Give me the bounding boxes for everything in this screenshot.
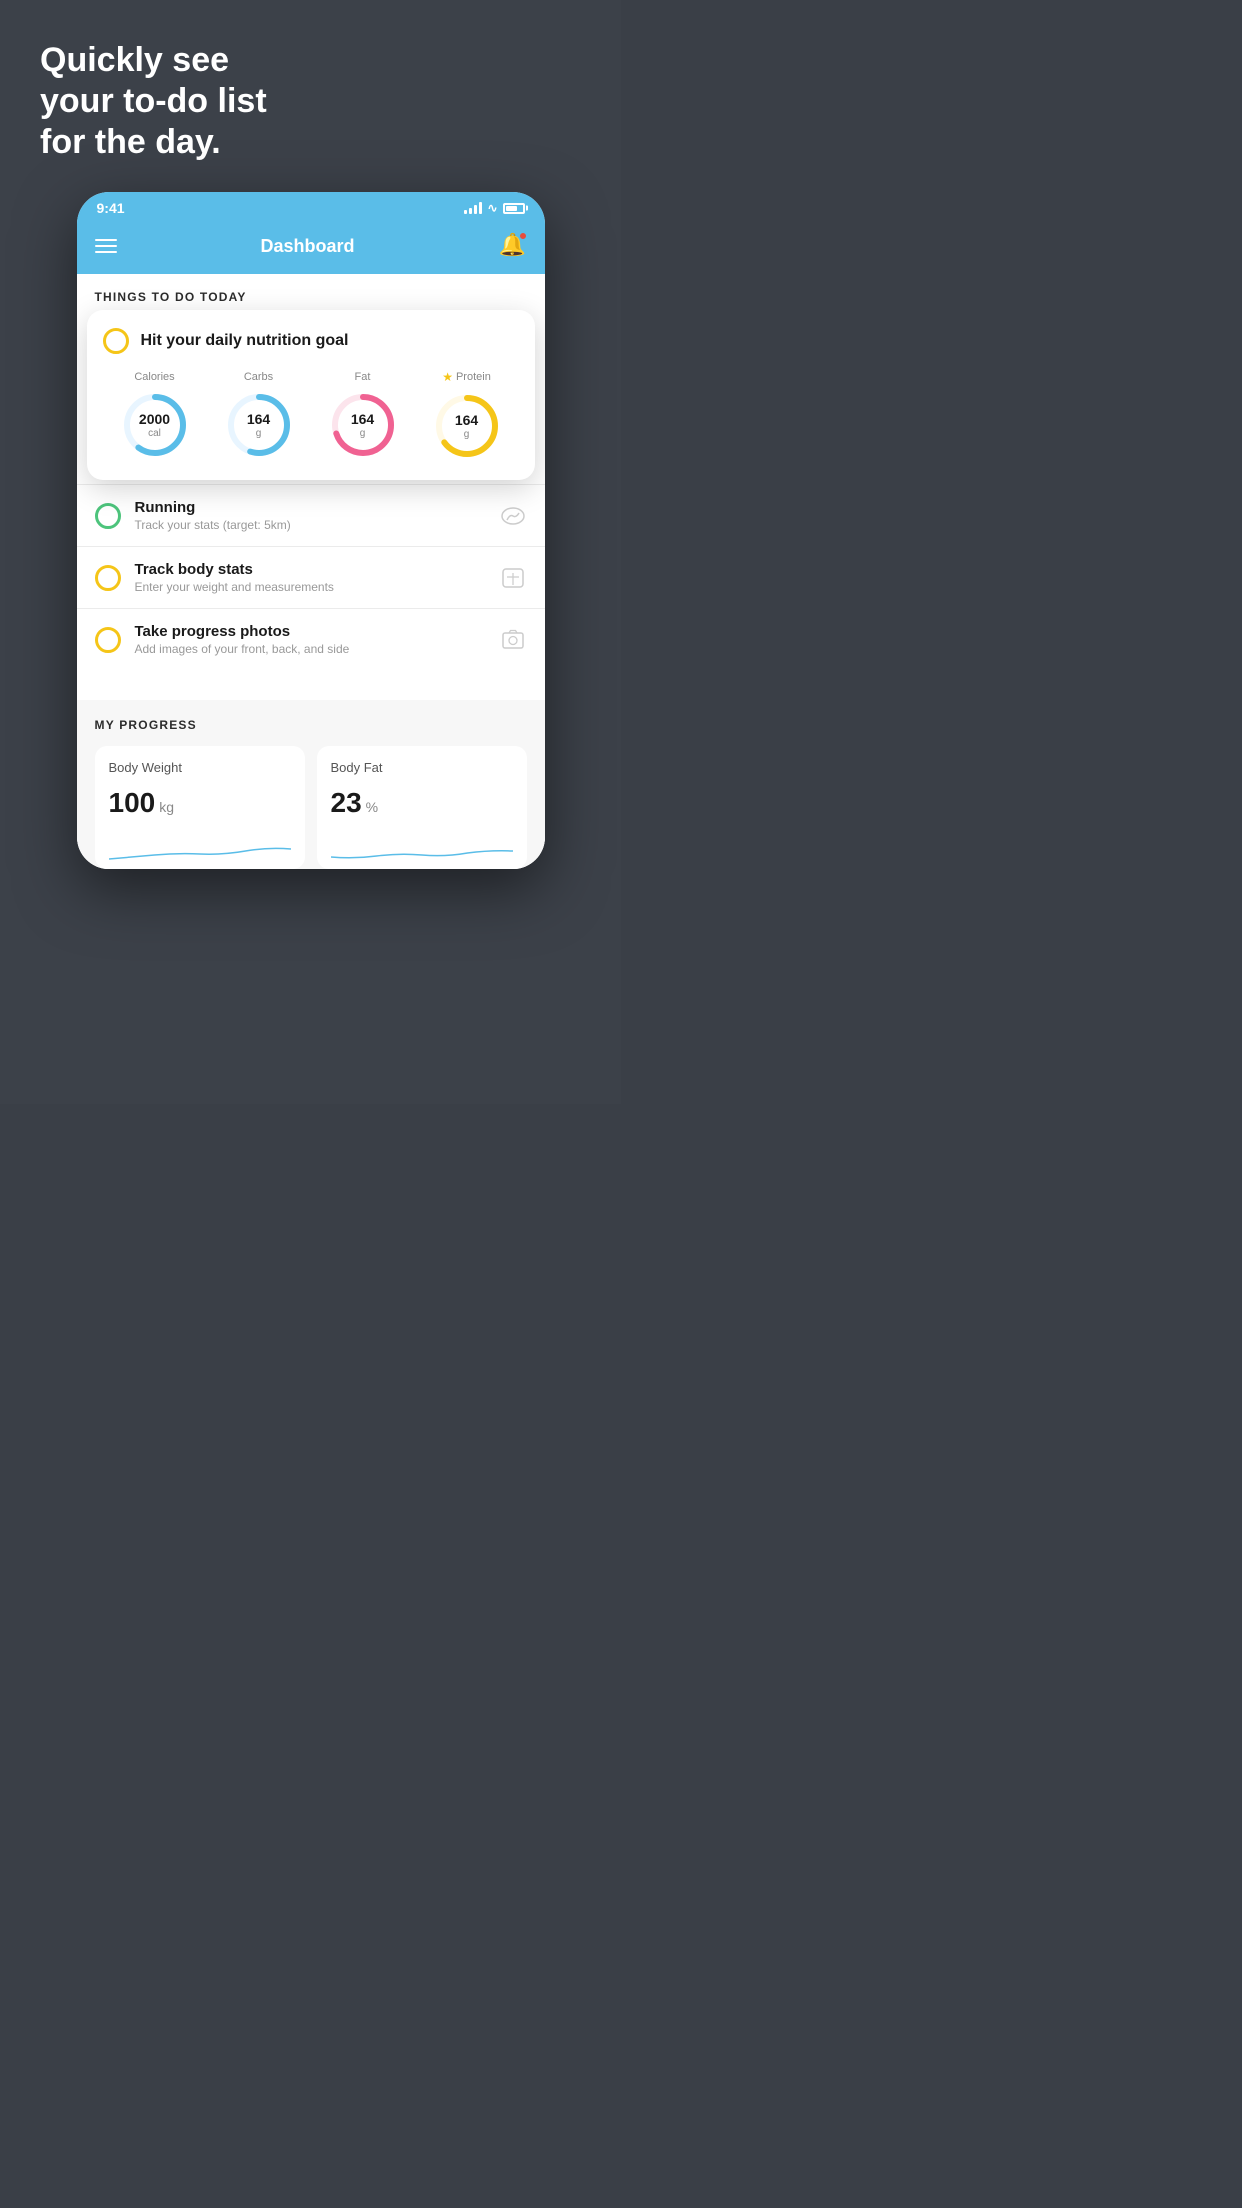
photos-title: Take progress photos — [135, 623, 485, 640]
todo-progress-photos[interactable]: Take progress photos Add images of your … — [77, 608, 545, 670]
photo-icon — [499, 626, 527, 654]
photos-content: Take progress photos Add images of your … — [135, 623, 485, 656]
running-icon — [499, 502, 527, 530]
body-fat-title: Body Fat — [331, 760, 513, 775]
protein-circle: 164 g — [431, 390, 503, 462]
body-fat-card[interactable]: Body Fat 23 % — [317, 746, 527, 869]
running-content: Running Track your stats (target: 5km) — [135, 499, 485, 532]
phone-mockup: 9:41 ∿ Dashboard 🔔 — [77, 192, 545, 869]
body-weight-number: 100 — [109, 787, 156, 819]
notification-badge — [519, 232, 527, 240]
page-background: Quickly see your to-do list for the day.… — [0, 0, 621, 1104]
running-subtitle: Track your stats (target: 5km) — [135, 518, 485, 532]
progress-section: MY PROGRESS Body Weight 100 kg — [77, 700, 545, 869]
progress-cards: Body Weight 100 kg Body Fat — [95, 746, 527, 869]
status-bar: 9:41 ∿ — [77, 192, 545, 222]
nutrition-card[interactable]: Hit your daily nutrition goal Calories — [87, 310, 535, 480]
fat-label: Fat — [355, 371, 371, 383]
carbs-value: 164 — [247, 412, 270, 427]
nutrition-carbs: Carbs 164 g — [223, 371, 295, 461]
hero-line1: Quickly see — [40, 41, 229, 79]
fat-value: 164 — [351, 412, 374, 427]
calories-circle: 2000 cal — [119, 389, 191, 461]
protein-star-icon: ★ — [442, 370, 453, 384]
protein-label: ★ Protein — [442, 370, 491, 384]
photos-subtitle: Add images of your front, back, and side — [135, 642, 485, 656]
wifi-icon: ∿ — [487, 201, 497, 215]
body-weight-title: Body Weight — [109, 760, 291, 775]
body-weight-card[interactable]: Body Weight 100 kg — [95, 746, 305, 869]
hero-line3: for the day. — [40, 123, 221, 161]
body-weight-chart — [109, 829, 291, 869]
status-time: 9:41 — [97, 200, 125, 216]
card-header: Hit your daily nutrition goal — [103, 328, 519, 354]
app-header: Dashboard 🔔 — [77, 222, 545, 274]
things-today-label: THINGS TO DO TODAY — [77, 274, 545, 314]
nutrition-calories: Calories 2000 cal — [119, 371, 191, 461]
body-fat-value-row: 23 % — [331, 787, 513, 819]
nutrition-checkbox[interactable] — [103, 328, 129, 354]
calories-label: Calories — [134, 371, 174, 383]
carbs-unit: g — [247, 428, 270, 439]
scale-icon — [499, 564, 527, 592]
track-body-title: Track body stats — [135, 561, 485, 578]
carbs-circle: 164 g — [223, 389, 295, 461]
body-weight-value-row: 100 kg — [109, 787, 291, 819]
protein-value: 164 — [455, 413, 478, 428]
fat-unit: g — [351, 428, 374, 439]
nutrition-card-title: Hit your daily nutrition goal — [141, 332, 349, 350]
status-icons: ∿ — [464, 201, 524, 215]
calories-value: 2000 — [139, 412, 170, 427]
body-weight-unit: kg — [159, 799, 174, 815]
body-fat-chart — [331, 829, 513, 869]
fat-circle: 164 g — [327, 389, 399, 461]
content-area: THINGS TO DO TODAY Hit your daily nutrit… — [77, 274, 545, 869]
todo-track-body[interactable]: Track body stats Enter your weight and m… — [77, 546, 545, 608]
signal-icon — [464, 202, 482, 214]
track-body-checkbox[interactable] — [95, 565, 121, 591]
nutrition-protein: ★ Protein 164 g — [431, 370, 503, 462]
body-fat-unit: % — [366, 799, 378, 815]
calories-unit: cal — [139, 428, 170, 439]
hero-text: Quickly see your to-do list for the day. — [30, 40, 591, 162]
photos-checkbox[interactable] — [95, 627, 121, 653]
running-checkbox[interactable] — [95, 503, 121, 529]
menu-button[interactable] — [95, 239, 117, 253]
middle-spacer — [77, 670, 545, 700]
notification-button[interactable]: 🔔 — [499, 232, 527, 260]
todo-running[interactable]: Running Track your stats (target: 5km) — [77, 484, 545, 546]
hero-line2: your to-do list — [40, 82, 267, 120]
running-title: Running — [135, 499, 485, 516]
track-body-content: Track body stats Enter your weight and m… — [135, 561, 485, 594]
nutrition-fat: Fat 164 g — [327, 371, 399, 461]
nutrition-row: Calories 2000 cal — [103, 370, 519, 462]
protein-unit: g — [455, 429, 478, 440]
my-progress-label: MY PROGRESS — [95, 718, 527, 732]
battery-icon — [503, 203, 525, 214]
track-body-subtitle: Enter your weight and measurements — [135, 580, 485, 594]
header-title: Dashboard — [260, 236, 354, 257]
body-fat-number: 23 — [331, 787, 362, 819]
carbs-label: Carbs — [244, 371, 273, 383]
